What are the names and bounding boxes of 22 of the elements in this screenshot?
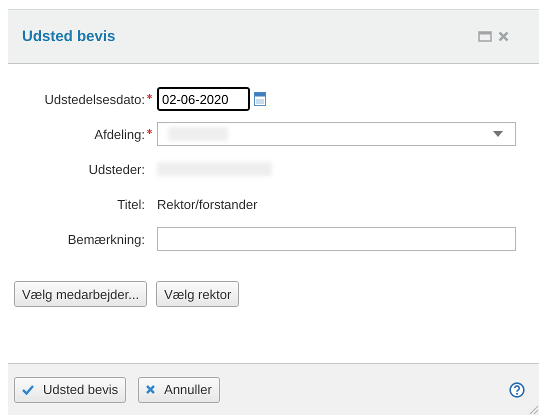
- caret-icon: [493, 131, 503, 137]
- field-label: Titel:: [117, 196, 145, 212]
- dropdown-field[interactable]: [157, 122, 516, 146]
- maximize-icon[interactable]: [478, 31, 492, 42]
- field-label: Afdeling:: [94, 126, 145, 142]
- close-icon: [146, 385, 156, 394]
- help-icon[interactable]: [509, 382, 525, 398]
- field-value: Rektor/forstander: [157, 196, 258, 212]
- text-field[interactable]: [157, 227, 516, 251]
- resize-grip-icon[interactable]: [527, 403, 539, 415]
- confirm-button[interactable]: Udsted bevis: [14, 376, 126, 402]
- action-button[interactable]: Vælg rektor: [156, 281, 240, 307]
- field-label: Udstedelsesdato:: [44, 92, 145, 106]
- dialog-title: Udsted bevis: [22, 28, 116, 45]
- calendar-icon[interactable]: [254, 92, 266, 106]
- close-icon[interactable]: [498, 31, 509, 42]
- date-field[interactable]: 02-06-2020: [157, 87, 250, 111]
- field-label: Udsteder:: [88, 162, 145, 176]
- field-label: Bemærkning:: [68, 232, 145, 246]
- action-button[interactable]: Vælg medarbejder...: [14, 281, 148, 307]
- cancel-button[interactable]: Annuller: [138, 376, 220, 402]
- checkmark-icon: [22, 384, 34, 394]
